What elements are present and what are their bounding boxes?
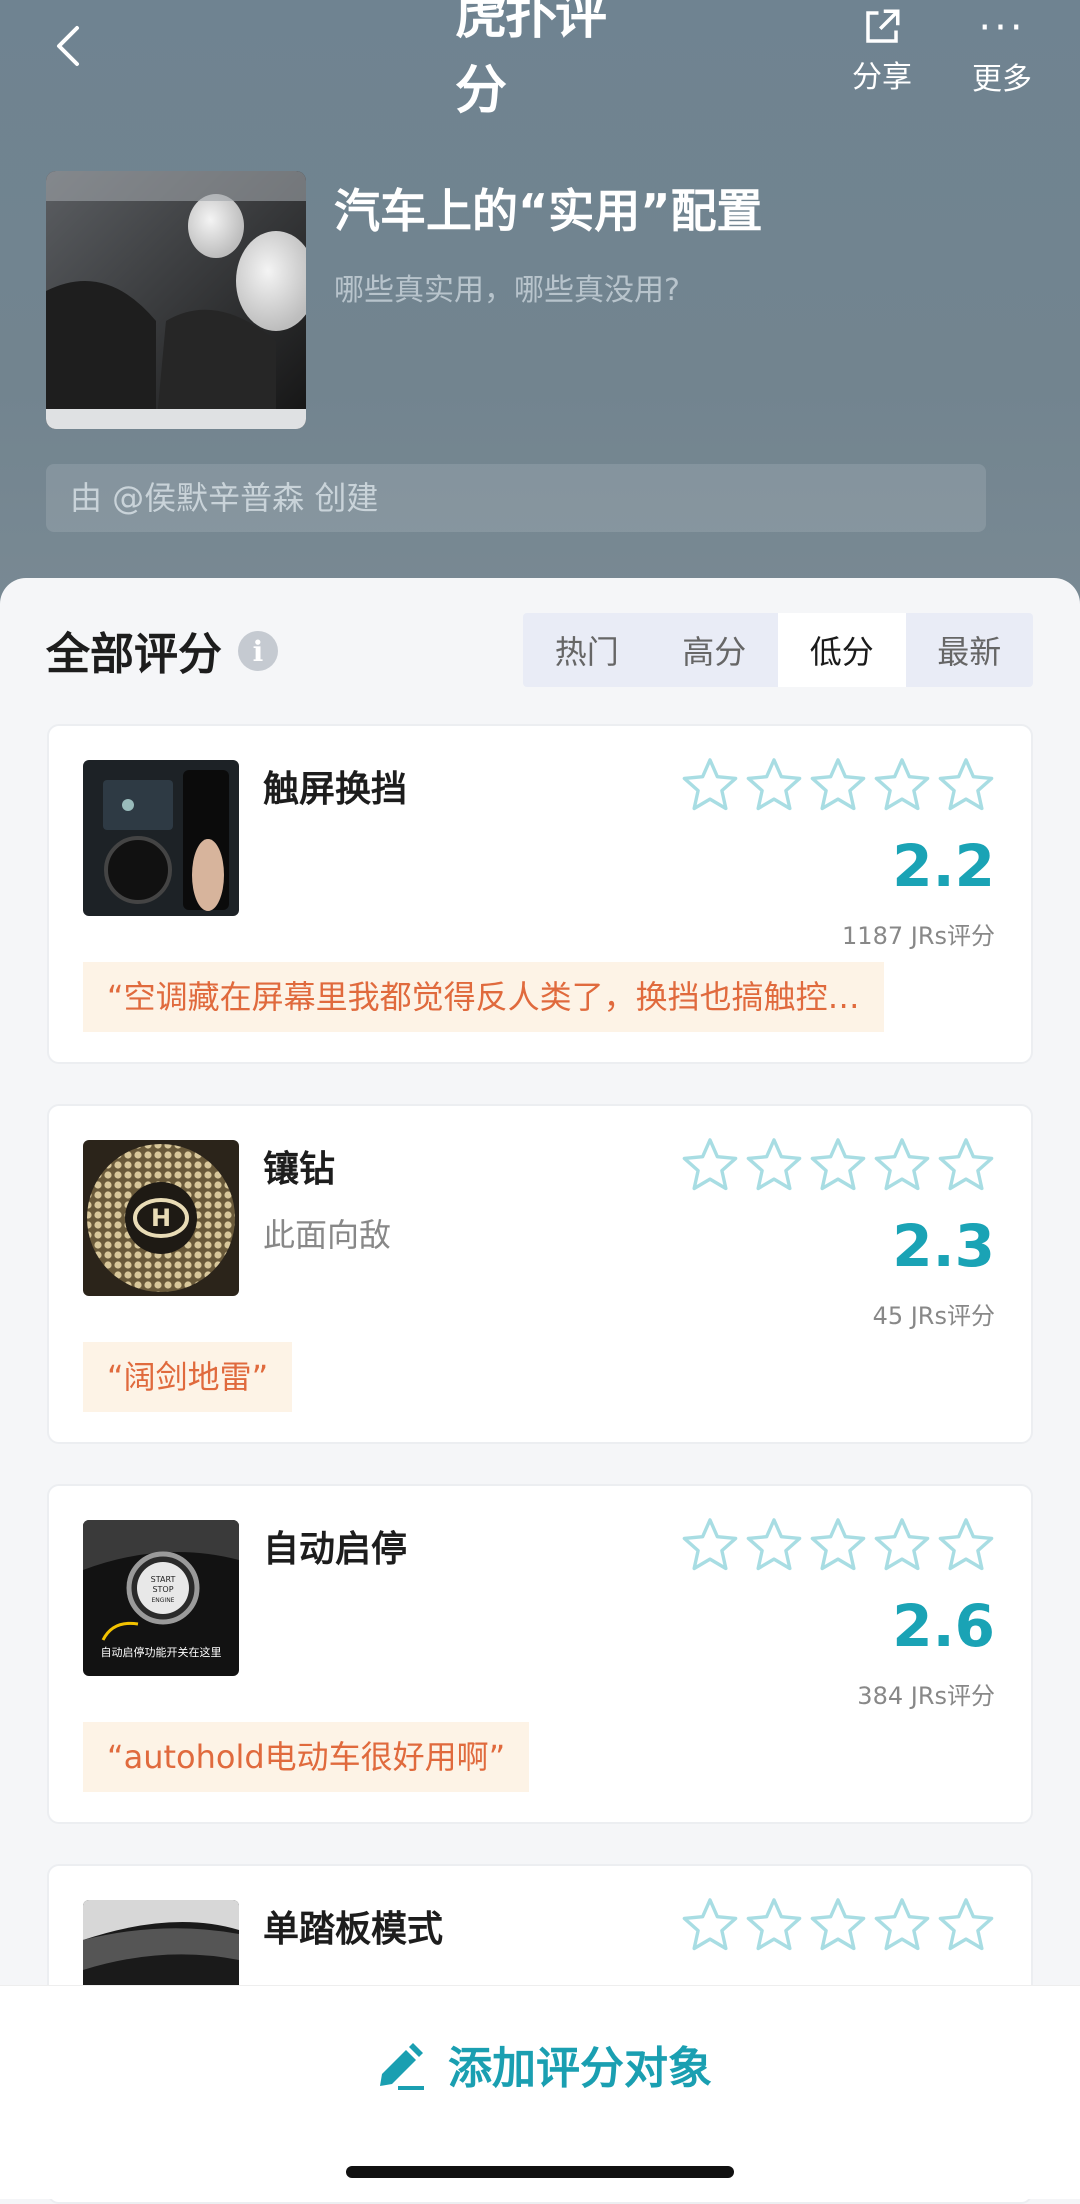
- star-icon: [874, 1138, 930, 1191]
- star-icon: [810, 1898, 866, 1951]
- star-rating: [681, 1896, 995, 1954]
- rating-count: 45 JRs评分: [872, 1302, 995, 1330]
- item-thumbnail: [83, 760, 239, 916]
- top-comment[interactable]: “空调藏在屏幕里我都觉得反人类了，换挡也搞触控…: [83, 962, 884, 1032]
- more-label: 更多: [972, 62, 1032, 97]
- star-icon: [938, 758, 994, 811]
- pencil-edit-icon: [380, 2043, 424, 2090]
- item-name: 镶钻: [263, 1149, 336, 1190]
- star-icon: [746, 1138, 802, 1191]
- topic-title: 汽车上的“实用”配置: [334, 184, 763, 238]
- item-subtitle: 此面向敌: [263, 1216, 392, 1254]
- item-name: 自动启停: [263, 1529, 408, 1570]
- more-button[interactable]: ··· 更多: [947, 5, 1057, 97]
- topic-cover-image: [46, 171, 306, 429]
- star-icon: [874, 758, 930, 811]
- star-rating: [681, 756, 995, 814]
- rating-card[interactable]: 触屏换挡 2.2 1187 JRs评分 “空调藏在屏幕里我都觉得反人类了，换挡也…: [47, 724, 1033, 1064]
- star-icon: [938, 1138, 994, 1191]
- star-icon: [810, 758, 866, 811]
- chevron-left-icon: [57, 26, 79, 66]
- tab-newest[interactable]: 最新: [906, 613, 1034, 687]
- star-icon: [682, 758, 738, 811]
- share-button[interactable]: 分享: [827, 6, 937, 96]
- home-indicator[interactable]: [346, 2166, 734, 2178]
- topic-subtitle: 哪些真实用，哪些真没用?: [334, 273, 680, 308]
- item-thumbnail: H: [83, 1140, 239, 1296]
- sort-tabs: 热门 高分 低分 最新: [523, 613, 1033, 687]
- star-icon: [682, 1898, 738, 1951]
- add-rating-label: 添加评分对象: [448, 2043, 712, 2094]
- share-label: 分享: [852, 60, 912, 95]
- ratings-sheet: 全部评分 i 热门 高分 低分 最新 触屏换挡 2.2 1187 JRs评分 “…: [0, 578, 1080, 2204]
- more-icon: ···: [978, 5, 1026, 51]
- item-name: 触屏换挡: [263, 769, 408, 810]
- rating-count: 384 JRs评分: [857, 1682, 995, 1710]
- rating-card[interactable]: H 镶钻 此面向敌 2.3 45 JRs评分 “阔剑地雷”: [47, 1104, 1033, 1444]
- app-logo: 虎扑评分: [455, 0, 607, 121]
- star-icon: [746, 1898, 802, 1951]
- item-score: 2.6: [892, 1592, 995, 1660]
- star-rating: [681, 1516, 995, 1574]
- info-icon[interactable]: i: [238, 631, 278, 671]
- star-rating: [681, 1136, 995, 1194]
- thumb-caption: 自动启停功能开关在这里: [101, 1645, 222, 1659]
- add-rating-object-button[interactable]: 添加评分对象: [372, 2024, 712, 2104]
- star-icon: [938, 1898, 994, 1951]
- rating-card[interactable]: START STOP ENGINE 自动启停功能开关在这里 自动启停 2.6 3…: [47, 1484, 1033, 1824]
- engine-button-label: START: [151, 1575, 176, 1584]
- star-icon: [682, 1138, 738, 1191]
- tab-hot[interactable]: 热门: [523, 613, 651, 687]
- item-score: 2.3: [892, 1212, 995, 1280]
- svg-text:ENGINE: ENGINE: [152, 1597, 175, 1604]
- star-icon: [874, 1518, 930, 1571]
- item-thumbnail: START STOP ENGINE 自动启停功能开关在这里: [83, 1520, 239, 1676]
- back-button[interactable]: [40, 18, 96, 74]
- share-icon: [866, 9, 900, 43]
- star-icon: [938, 1518, 994, 1571]
- creator-info[interactable]: 由 @侯默辛普森 创建: [46, 464, 986, 532]
- rating-count: 1187 JRs评分: [842, 922, 995, 950]
- svg-text:H: H: [151, 1204, 171, 1232]
- topic-header: 虎扑评分 分享 ··· 更多 汽车上的“实用”配置 哪些真实用，哪些真没用? 由…: [0, 0, 1080, 640]
- star-icon: [874, 1898, 930, 1951]
- top-comment[interactable]: “阔剑地雷”: [83, 1342, 293, 1412]
- svg-text:STOP: STOP: [152, 1585, 173, 1594]
- star-icon: [746, 758, 802, 811]
- tab-low[interactable]: 低分: [778, 613, 906, 687]
- section-title: 全部评分: [46, 629, 222, 680]
- star-icon: [746, 1518, 802, 1571]
- item-name: 单踏板模式: [263, 1909, 444, 1950]
- star-icon: [682, 1518, 738, 1571]
- tab-high[interactable]: 高分: [651, 613, 779, 687]
- star-icon: [810, 1138, 866, 1191]
- star-icon: [810, 1518, 866, 1571]
- item-score: 2.2: [892, 832, 995, 900]
- top-comment[interactable]: “autohold电动车很好用啊”: [83, 1722, 530, 1792]
